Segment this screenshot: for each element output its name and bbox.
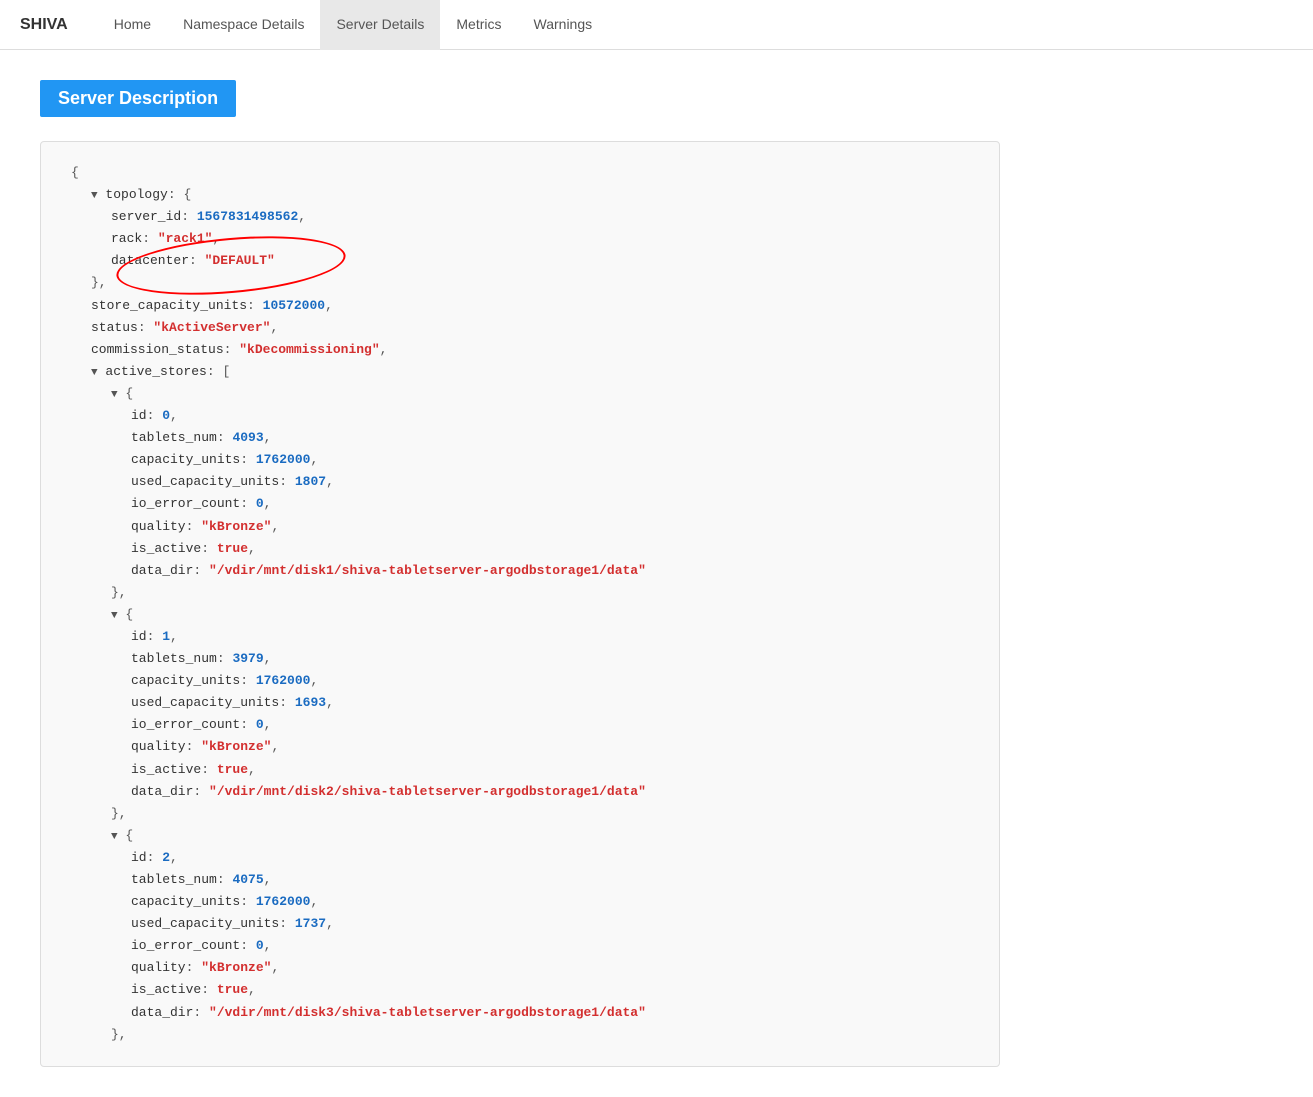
- json-line: quality: "kBronze",: [71, 957, 969, 979]
- json-line: quality: "kBronze",: [71, 736, 969, 758]
- json-line: used_capacity_units: 1693,: [71, 692, 969, 714]
- nav-warnings[interactable]: Warnings: [518, 0, 609, 50]
- nav-home[interactable]: Home: [98, 0, 167, 50]
- json-line: capacity_units: 1762000,: [71, 670, 969, 692]
- json-line: io_error_count: 0,: [71, 493, 969, 515]
- nav-namespace-details[interactable]: Namespace Details: [167, 0, 320, 50]
- json-line: ▼ {: [71, 604, 969, 626]
- json-line: data_dir: "/vdir/mnt/disk2/shiva-tablets…: [71, 781, 969, 803]
- json-line: },: [71, 1024, 969, 1046]
- json-line: id: 1,: [71, 626, 969, 648]
- section-title: Server Description: [40, 80, 236, 117]
- json-line: server_id: 1567831498562,: [71, 206, 969, 228]
- json-line: is_active: true,: [71, 759, 969, 781]
- json-line: io_error_count: 0,: [71, 714, 969, 736]
- json-container: { ▼ topology: { server_id: 1567831498562…: [40, 141, 1000, 1067]
- json-line: used_capacity_units: 1807,: [71, 471, 969, 493]
- json-line: ▼ {: [71, 383, 969, 405]
- json-line: store_capacity_units: 10572000,: [71, 295, 969, 317]
- navbar-brand: SHIVA: [20, 16, 68, 34]
- json-line: tablets_num: 4093,: [71, 427, 969, 449]
- json-line: commission_status: "kDecommissioning",: [71, 339, 969, 361]
- json-line: used_capacity_units: 1737,: [71, 913, 969, 935]
- json-line: data_dir: "/vdir/mnt/disk1/shiva-tablets…: [71, 560, 969, 582]
- json-line: ▼ topology: {: [71, 184, 969, 206]
- json-line: ▼ active_stores: [: [71, 361, 969, 383]
- nav-server-details[interactable]: Server Details: [320, 0, 440, 50]
- json-line: },: [71, 582, 969, 604]
- nav-metrics[interactable]: Metrics: [440, 0, 517, 50]
- json-line: capacity_units: 1762000,: [71, 449, 969, 471]
- json-line: quality: "kBronze",: [71, 516, 969, 538]
- json-line: status: "kActiveServer",: [71, 317, 969, 339]
- json-line: datacenter: "DEFAULT": [71, 250, 969, 272]
- main-content: Server Description { ▼ topology: { serve…: [0, 50, 1313, 1097]
- json-line: rack: "rack1",: [71, 228, 969, 250]
- json-line: io_error_count: 0,: [71, 935, 969, 957]
- json-line: id: 0,: [71, 405, 969, 427]
- json-line: capacity_units: 1762000,: [71, 891, 969, 913]
- json-line: ▼ {: [71, 825, 969, 847]
- json-line: is_active: true,: [71, 538, 969, 560]
- navbar: SHIVA Home Namespace Details Server Deta…: [0, 0, 1313, 50]
- json-line: tablets_num: 4075,: [71, 869, 969, 891]
- json-line: tablets_num: 3979,: [71, 648, 969, 670]
- json-line: is_active: true,: [71, 979, 969, 1001]
- json-line: data_dir: "/vdir/mnt/disk3/shiva-tablets…: [71, 1002, 969, 1024]
- json-line: id: 2,: [71, 847, 969, 869]
- json-line: {: [71, 162, 969, 184]
- json-line: },: [71, 272, 969, 294]
- json-line: },: [71, 803, 969, 825]
